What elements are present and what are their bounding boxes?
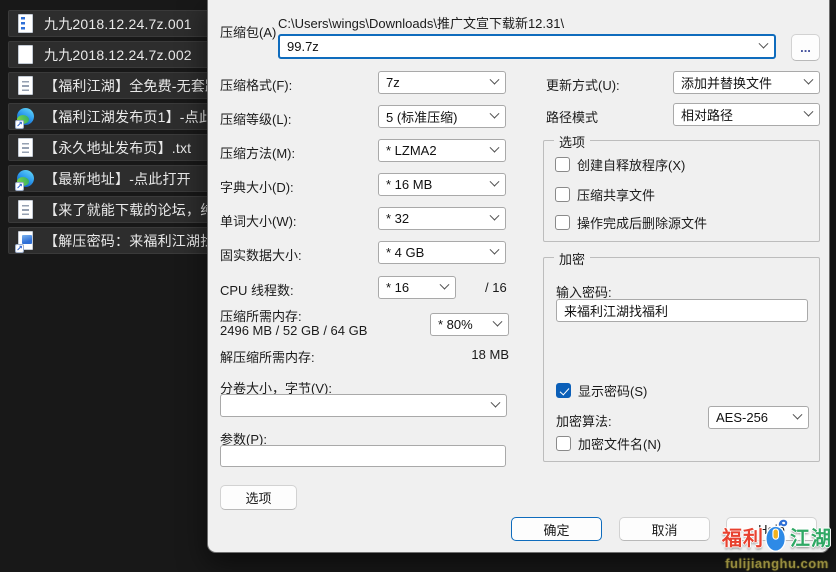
shortcut-arrow-icon: ↗ <box>15 244 24 253</box>
archive-label: 压缩包(A) <box>220 22 276 41</box>
format-label: 压缩格式(F): <box>220 75 292 94</box>
compress-shared-checkbox[interactable] <box>555 187 570 202</box>
dictionary-label: 字典大小(D): <box>220 177 294 196</box>
file-name: 九九2018.12.24.7z.001 <box>44 14 192 34</box>
solid-block-label: 固实数据大小: <box>220 245 302 264</box>
word-size-select[interactable]: * 32 <box>378 207 506 230</box>
options-group-title: 选项 <box>554 132 590 151</box>
archive-dir-path: C:\Users\wings\Downloads\推广文宣下载新12.31\ <box>278 13 564 32</box>
image-shortcut-icon: ↗ <box>17 231 34 251</box>
file-name: 九九2018.12.24.7z.002 <box>44 45 192 65</box>
chevron-down-icon <box>491 398 501 408</box>
create-sfx-label: 创建自释放程序(X) <box>577 155 685 174</box>
encryption-method-label: 加密算法: <box>556 411 612 430</box>
chevron-down-icon <box>490 109 500 119</box>
blank-file-icon <box>17 45 34 65</box>
chevron-down-icon <box>793 410 803 420</box>
ok-button[interactable]: 确定 <box>511 517 602 541</box>
help-button[interactable]: Help <box>726 517 817 541</box>
cpu-threads-max: / 16 <box>485 280 507 295</box>
show-password-checkbox-row[interactable]: 显示密码(S) <box>556 381 647 400</box>
delete-after-checkbox-row[interactable]: 操作完成后删除源文件 <box>555 213 707 232</box>
compress-shared-label: 压缩共享文件 <box>577 185 655 204</box>
level-select[interactable]: 5 (标准压缩) <box>378 105 506 128</box>
chevron-down-icon <box>490 75 500 85</box>
chevron-down-icon <box>490 177 500 187</box>
chevron-down-icon <box>490 245 500 255</box>
format-select[interactable]: 7z <box>378 71 506 94</box>
parameters-input[interactable] <box>220 445 506 467</box>
shortcut-arrow-icon: ↗ <box>15 182 24 191</box>
encryption-method-select[interactable]: AES-256 <box>708 406 809 429</box>
file-name: 【永久地址发布页】.txt <box>44 138 191 158</box>
encryption-group-title: 加密 <box>554 249 590 268</box>
create-sfx-checkbox[interactable] <box>555 157 570 172</box>
archive-name-combobox[interactable]: 99.7z <box>278 34 776 59</box>
method-select[interactable]: * LZMA2 <box>378 139 506 162</box>
method-label: 压缩方法(M): <box>220 143 295 162</box>
level-label: 压缩等级(L): <box>220 109 292 128</box>
encryption-group: 加密 输入密码: 来福利江湖找福利 显示密码(S) 加密算法: AES-256 … <box>543 257 820 462</box>
show-password-checkbox[interactable] <box>556 383 571 398</box>
edge-shortcut-icon: ↗ <box>17 169 34 189</box>
chevron-down-icon <box>804 107 814 117</box>
volume-size-combobox[interactable] <box>220 394 507 417</box>
dictionary-select[interactable]: * 16 MB <box>378 173 506 196</box>
chevron-down-icon <box>490 211 500 221</box>
memory-percent-select[interactable]: * 80% <box>430 313 509 336</box>
update-mode-select[interactable]: 添加并替换文件 <box>673 71 820 94</box>
chevron-down-icon <box>804 75 814 85</box>
archive-name-value: 99.7z <box>287 39 319 54</box>
add-to-archive-dialog: 压缩包(A) C:\Users\wings\Downloads\推广文宣下载新1… <box>207 0 830 553</box>
options-group: 选项 创建自释放程序(X) 压缩共享文件 操作完成后删除源文件 <box>543 140 820 242</box>
7z-split-archive-file-icon <box>17 14 34 34</box>
cancel-button[interactable]: 取消 <box>619 517 710 541</box>
create-sfx-checkbox-row[interactable]: 创建自释放程序(X) <box>555 155 685 174</box>
solid-block-select[interactable]: * 4 GB <box>378 241 506 264</box>
edge-shortcut-icon: ↗ <box>17 107 34 127</box>
memory-decompress-value: 18 MB <box>378 347 509 362</box>
browse-button[interactable]: ... <box>791 34 820 61</box>
shortcut-arrow-icon: ↗ <box>15 120 24 129</box>
path-mode-select[interactable]: 相对路径 <box>673 103 820 126</box>
encrypt-names-checkbox-row[interactable]: 加密文件名(N) <box>556 434 661 453</box>
update-mode-label: 更新方式(U): <box>546 75 620 94</box>
delete-after-checkbox[interactable] <box>555 215 570 230</box>
encrypt-names-label: 加密文件名(N) <box>578 434 661 453</box>
show-password-label: 显示密码(S) <box>578 381 647 400</box>
compress-shared-checkbox-row[interactable]: 压缩共享文件 <box>555 185 655 204</box>
cpu-threads-label: CPU 线程数: <box>220 280 294 299</box>
password-input[interactable]: 来福利江湖找福利 <box>556 299 808 322</box>
encrypt-names-checkbox[interactable] <box>556 436 571 451</box>
delete-after-label: 操作完成后删除源文件 <box>577 213 707 232</box>
options-button[interactable]: 选项 <box>220 485 297 510</box>
chevron-down-icon <box>490 143 500 153</box>
text-file-icon <box>17 138 34 158</box>
password-value: 来福利江湖找福利 <box>564 301 668 320</box>
memory-decompress-label: 解压缩所需内存: <box>220 347 315 366</box>
watermark-url: fulijianghu.com <box>716 556 836 571</box>
text-file-icon <box>17 200 34 220</box>
chevron-down-icon <box>759 39 769 49</box>
chevron-down-icon <box>493 317 503 327</box>
word-size-label: 单词大小(W): <box>220 211 297 230</box>
chevron-down-icon <box>440 280 450 290</box>
cpu-threads-select[interactable]: * 16 <box>378 276 456 299</box>
text-file-icon <box>17 76 34 96</box>
file-name: 【最新地址】-点此打开 <box>44 169 191 189</box>
path-mode-label: 路径模式 <box>546 107 598 126</box>
memory-compress-detail: 2496 MB / 52 GB / 64 GB <box>220 323 367 338</box>
